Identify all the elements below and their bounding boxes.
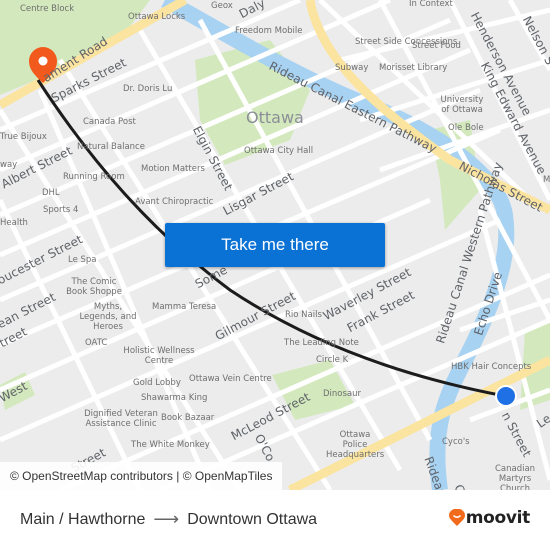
footer: Main / Hawthorne ⟶ Downtown Ottawa moovi… <box>0 490 550 550</box>
poi-label: Book Bazaar <box>161 413 215 423</box>
moovit-pin-icon <box>448 509 465 526</box>
poi-label: Canadian Martyrs Church <box>494 464 536 490</box>
poi-label: The White Monkey <box>131 440 210 450</box>
poi-label: Morisset Library <box>379 63 448 73</box>
poi-label: DHL <box>42 188 60 198</box>
poi-label: University of Ottawa <box>440 95 484 115</box>
poi-label: Dr. Doris Lu <box>123 84 173 94</box>
moovit-logo[interactable]: moovit <box>448 508 531 528</box>
poi-label: HBK Hair Concepts <box>451 362 532 372</box>
poi-label: Health <box>0 218 28 228</box>
poi-label: Le Spa <box>68 255 97 265</box>
poi-label: Rio Nails <box>285 310 322 320</box>
poi-label: Centre Block <box>20 4 75 14</box>
route-summary: Main / Hawthorne ⟶ Downtown Ottawa <box>20 509 317 530</box>
poi-label: Ottawa Vein Centre <box>189 374 272 384</box>
poi-label: Dinosaur <box>323 389 362 399</box>
poi-label: The Leading Note <box>284 338 359 348</box>
poi-label: OATC <box>85 338 108 348</box>
poi-label: Subway <box>335 63 369 73</box>
map-attribution[interactable]: © OpenStreetMap contributors | © OpenMap… <box>0 462 283 490</box>
poi-label: Ottawa City Hall <box>244 146 314 156</box>
origin-marker[interactable] <box>495 385 517 407</box>
poi-label: Cyco's <box>442 437 470 447</box>
poi-label: Sports 4 <box>43 205 79 215</box>
poi-label: Geox <box>211 1 233 11</box>
poi-label: Canada Post <box>83 117 136 127</box>
poi-label: Ottawa Locks <box>128 12 186 22</box>
poi-label: Ottawa Police Headquarters <box>326 430 385 460</box>
poi-label: Holistic Wellness Centre <box>123 346 195 366</box>
poi-label: Street Food <box>412 41 461 51</box>
poi-label: True Bijoux <box>0 132 47 142</box>
map[interactable]: Ottawa ament Road Sparks Street Albert S… <box>0 0 550 490</box>
poi-label: Running Room <box>63 172 125 182</box>
poi-label: Avant Chiropractic <box>135 197 214 207</box>
poi-label: Gold Lobby <box>133 378 181 388</box>
poi-label: Natural Balance <box>77 142 145 152</box>
poi-label: M <box>543 175 550 185</box>
poi-label: Motion Matters <box>141 164 205 174</box>
take-me-there-button[interactable]: Take me there <box>165 223 385 267</box>
poi-label: Circle K <box>316 355 349 365</box>
poi-label: Dignified Veteran Assistance Clinic <box>84 409 158 429</box>
poi-label: The Comic Book Shoppe <box>66 277 122 297</box>
origin-name: Main / Hawthorne <box>20 510 146 528</box>
brand-name: moovit <box>465 508 531 528</box>
poi-label: way <box>0 160 18 170</box>
poi-label: Myths, Legends, and Heroes <box>79 302 137 332</box>
poi-label: Freedom Mobile <box>235 26 303 36</box>
destination-name: Downtown Ottawa <box>187 510 318 528</box>
city-label: Ottawa <box>246 108 304 127</box>
arrow-right-icon: ⟶ <box>153 509 180 529</box>
poi-label: Shawarma King <box>141 393 208 403</box>
poi-label: Mamma Teresa <box>152 302 217 312</box>
poi-label: Ole Bole <box>448 123 484 133</box>
poi-label: In Context <box>409 0 453 9</box>
